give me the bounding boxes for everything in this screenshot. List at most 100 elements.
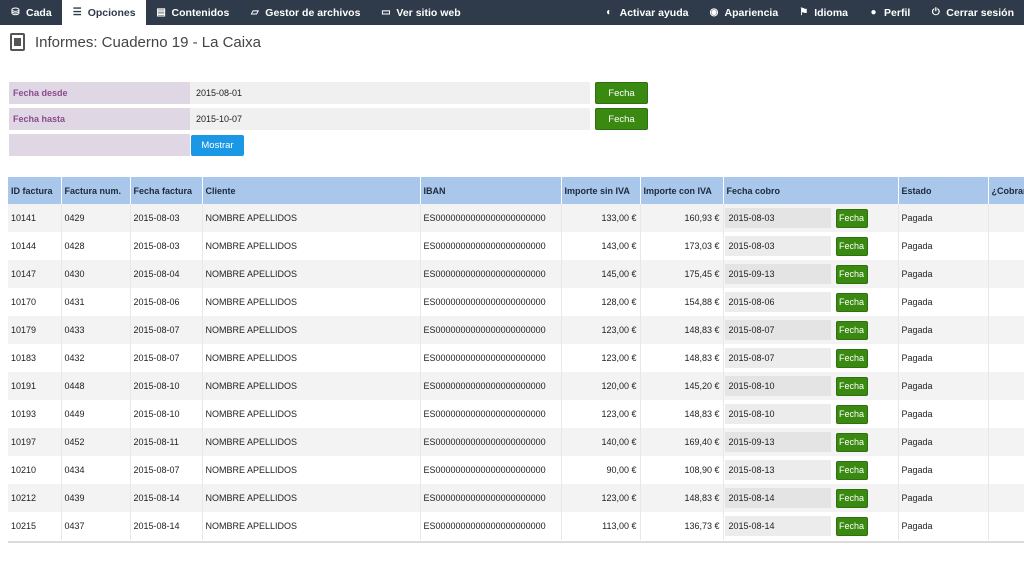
fecha-hasta-input[interactable] <box>190 108 590 130</box>
cell-iban: ES0000000000000000000000 <box>420 204 562 232</box>
cell-estado: Pagada <box>898 344 989 372</box>
cell-num: 0449 <box>61 400 131 428</box>
fecha-cobro-button[interactable]: Fecha <box>835 264 868 284</box>
nav-item-idioma[interactable]: ⚑ Idioma <box>788 0 858 25</box>
column-header[interactable]: Cliente <box>202 177 421 204</box>
cell-estado: Pagada <box>898 428 989 456</box>
cell-cliente: NOMBRE APELLIDOS <box>202 484 421 512</box>
cell-id: 10212 <box>8 484 62 512</box>
cell-num: 0439 <box>61 484 131 512</box>
column-header[interactable]: Factura num. <box>61 177 131 204</box>
fecha-cobro-button[interactable]: Fecha <box>835 348 868 368</box>
fecha-hasta-button[interactable]: Fecha <box>595 108 648 130</box>
column-header[interactable]: Estado <box>898 177 989 204</box>
fecha-desde-button[interactable]: Fecha <box>595 82 648 104</box>
fecha-cobro-field[interactable]: 2015-08-14 <box>724 516 831 536</box>
column-header[interactable]: Importe sin IVA <box>561 177 641 204</box>
cell-sin-iva: 123,00 € <box>561 400 641 428</box>
cell-con-iva: 169,40 € <box>640 428 724 456</box>
fecha-cobro-button[interactable]: Fecha <box>835 236 868 256</box>
monitor-icon: ▭ <box>381 6 391 18</box>
cell-con-iva: 148,83 € <box>640 344 724 372</box>
column-header[interactable]: IBAN <box>420 177 562 204</box>
nav-item-label: Activar ayuda <box>619 6 689 19</box>
cell-fecha-cobro: 2015-09-13 Fecha <box>723 428 899 456</box>
fecha-desde-row: Fecha desde Fecha <box>9 82 648 104</box>
cell-iban: ES0000000000000000000000 <box>420 344 562 372</box>
table-row[interactable]: 10147 0430 2015-08-04 NOMBRE APELLIDOS ES000… <box>8 260 1024 288</box>
database-icon: ⛁ <box>11 6 20 18</box>
column-header[interactable]: ¿Cobrar <box>988 177 1024 204</box>
fecha-cobro-field[interactable]: 2015-08-10 <box>724 404 831 424</box>
fecha-cobro-field[interactable]: 2015-08-06 <box>724 292 831 312</box>
fecha-cobro-button[interactable]: Fecha <box>835 320 868 340</box>
table-row[interactable]: 10215 0437 2015-08-14 NOMBRE APELLIDOS ES000… <box>8 512 1024 540</box>
cell-sin-iva: 128,00 € <box>561 288 641 316</box>
nav-item-ver-sitio-web[interactable]: ▭ Ver sitio web <box>370 0 470 25</box>
fecha-cobro-button[interactable]: Fecha <box>835 376 868 396</box>
column-header[interactable]: Fecha factura <box>130 177 203 204</box>
cell-estado: Pagada <box>898 260 989 288</box>
cell-con-iva: 108,90 € <box>640 456 724 484</box>
fecha-cobro-field[interactable]: 2015-09-13 <box>724 264 831 284</box>
table-row[interactable]: 10193 0449 2015-08-10 NOMBRE APELLIDOS ES000… <box>8 400 1024 428</box>
fecha-cobro-button[interactable]: Fecha <box>835 292 868 312</box>
cell-fecha: 2015-08-03 <box>130 232 203 260</box>
nav-right-group: ◐ Activar ayuda ◉ Apariencia ⚑ Idioma ● Perfil ⏻… <box>594 0 1024 25</box>
fecha-cobro-group: 2015-08-03 Fecha <box>724 208 898 228</box>
table-row[interactable]: 10212 0439 2015-08-14 NOMBRE APELLIDOS ES000… <box>8 484 1024 512</box>
fecha-cobro-field[interactable]: 2015-09-13 <box>724 432 831 452</box>
nav-item-cerrar-sesi-n[interactable]: ⏻ Cerrar sesión <box>920 0 1024 25</box>
fecha-desde-label: Fecha desde <box>9 82 190 104</box>
nav-item-opciones[interactable]: ☰ Opciones <box>61 0 146 25</box>
fecha-cobro-button[interactable]: Fecha <box>835 208 868 228</box>
fecha-cobro-field[interactable]: 2015-08-03 <box>724 236 831 256</box>
fecha-cobro-button[interactable]: Fecha <box>835 516 868 536</box>
nav-left-group: ⛁ Cada ☰ Opciones ▤ Contenidos ▱ Gestor de arch… <box>0 0 471 25</box>
fecha-cobro-field[interactable]: 2015-08-14 <box>724 488 831 508</box>
cell-estado: Pagada <box>898 456 989 484</box>
fecha-cobro-button[interactable]: Fecha <box>835 404 868 424</box>
nav-item-contenidos[interactable]: ▤ Contenidos <box>146 0 240 25</box>
nav-item-label: Gestor de archivos <box>265 6 361 19</box>
fecha-cobro-field[interactable]: 2015-08-07 <box>724 348 831 368</box>
table-row[interactable]: 10141 0429 2015-08-03 NOMBRE APELLIDOS ES000… <box>8 204 1024 232</box>
nav-item-activar-ayuda[interactable]: ◐ Activar ayuda <box>594 0 699 25</box>
fecha-cobro-field[interactable]: 2015-08-10 <box>724 376 831 396</box>
fecha-cobro-button[interactable]: Fecha <box>835 488 868 508</box>
table-row[interactable]: 10170 0431 2015-08-06 NOMBRE APELLIDOS ES000… <box>8 288 1024 316</box>
fecha-cobro-field[interactable]: 2015-08-03 <box>724 208 831 228</box>
fecha-desde-input[interactable] <box>190 82 590 104</box>
table-row[interactable]: 10197 0452 2015-08-11 NOMBRE APELLIDOS ES000… <box>8 428 1024 456</box>
column-header[interactable]: ID factura <box>8 177 62 204</box>
cell-cobrar <box>988 316 1024 344</box>
table-row[interactable]: 10179 0433 2015-08-07 NOMBRE APELLIDOS ES000… <box>8 316 1024 344</box>
cell-cliente: NOMBRE APELLIDOS <box>202 512 421 540</box>
report-icon <box>10 33 25 51</box>
invoice-table: ID factura Factura num. Fecha factura Clien… <box>8 177 1024 540</box>
column-header[interactable]: Fecha cobro <box>723 177 899 204</box>
cell-fecha-cobro: 2015-08-06 Fecha <box>723 288 899 316</box>
fecha-cobro-button[interactable]: Fecha <box>835 460 868 480</box>
cell-id: 10170 <box>8 288 62 316</box>
nav-item-cada[interactable]: ⛁ Cada <box>0 0 62 25</box>
mostrar-button[interactable]: Mostrar <box>191 135 244 156</box>
table-row[interactable]: 10191 0448 2015-08-10 NOMBRE APELLIDOS ES000… <box>8 372 1024 400</box>
cell-num: 0431 <box>61 288 131 316</box>
table-row[interactable]: 10210 0434 2015-08-07 NOMBRE APELLIDOS ES000… <box>8 456 1024 484</box>
cell-fecha-cobro: 2015-08-10 Fecha <box>723 372 899 400</box>
fecha-cobro-field[interactable]: 2015-08-07 <box>724 320 831 340</box>
cell-con-iva: 173,03 € <box>640 232 724 260</box>
nav-item-gestor-de-archivos[interactable]: ▱ Gestor de archivos <box>239 0 370 25</box>
fecha-cobro-button[interactable]: Fecha <box>835 432 868 452</box>
cell-fecha-cobro: 2015-08-14 Fecha <box>723 484 899 512</box>
nav-item-apariencia[interactable]: ◉ Apariencia <box>698 0 788 25</box>
table-row[interactable]: 10183 0432 2015-08-07 NOMBRE APELLIDOS ES000… <box>8 344 1024 372</box>
fecha-cobro-field[interactable]: 2015-08-13 <box>724 460 831 480</box>
table-row[interactable]: 10144 0428 2015-08-03 NOMBRE APELLIDOS ES000… <box>8 232 1024 260</box>
fecha-cobro-group: 2015-08-07 Fecha <box>724 348 898 368</box>
column-header[interactable]: Importe con IVA <box>640 177 724 204</box>
nav-item-perfil[interactable]: ● Perfil <box>858 0 920 25</box>
cell-estado: Pagada <box>898 512 989 540</box>
nav-item-label: Ver sitio web <box>396 6 461 19</box>
